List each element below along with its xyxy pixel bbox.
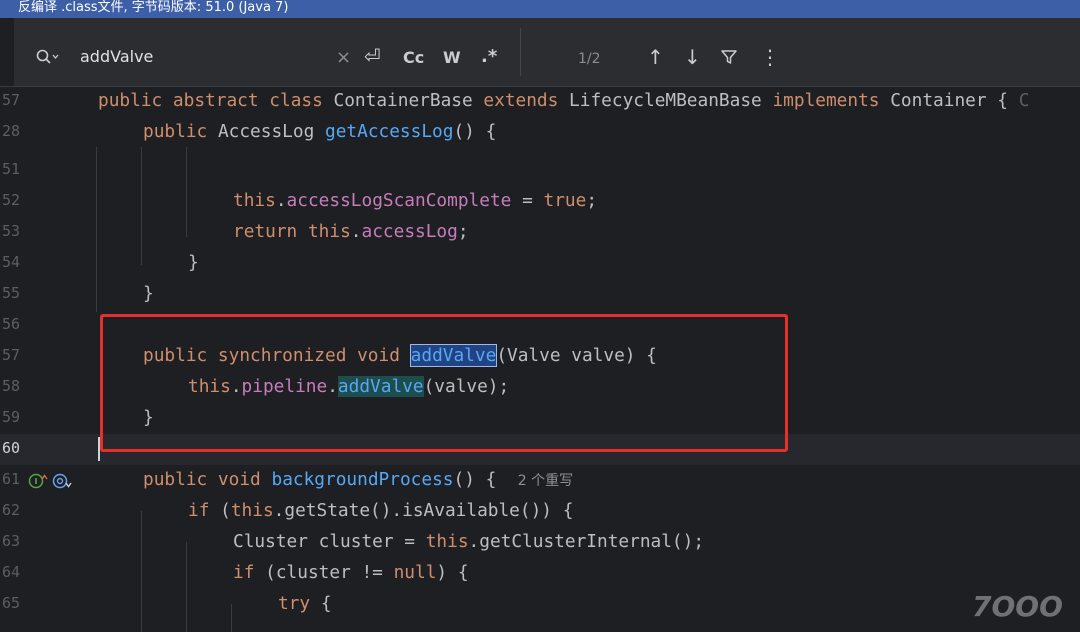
whole-words-toggle[interactable]: W [443,48,461,67]
overrides-hint: 2 个重写 [517,473,574,489]
code-text: } [188,252,199,273]
next-match-icon[interactable]: ↓ [684,45,701,69]
code-line: 61 public void backgroundProcess() { 2 个… [0,465,1080,496]
newline-icon[interactable]: ⏎ [364,44,381,68]
watermark-logo: 7OOO [972,590,1063,623]
line-number: 64 [2,563,21,581]
code-text: if (cluster != null) { [233,562,469,583]
clear-search-icon[interactable]: × [336,47,351,68]
filter-icon[interactable] [720,48,738,70]
code-text: return this.accessLog; [233,221,469,242]
code-text: public abstract class ContainerBase exte… [98,90,1030,111]
window-title: 反编译 .class文件, 字节码版本: 51.0 (Java 7) [18,0,289,15]
regex-toggle[interactable]: .* [481,46,497,67]
line-number: 60 [2,439,21,457]
code-line: 62 if (this.getState().isAvailable()) { [0,496,1080,527]
code-line: 64 if (cluster != null) { [0,558,1080,589]
prev-match-icon[interactable]: ↑ [647,45,664,69]
code-line: 51 [0,155,1080,186]
line-number: 57 [2,346,21,364]
code-text: this.accessLogScanComplete = true; [233,190,598,211]
code-line: 52 this.accessLogScanComplete = true; [0,186,1080,217]
line-number: 57 [2,91,21,109]
window-title-bar: 反编译 .class文件, 字节码版本: 51.0 (Java 7) [0,0,1080,18]
line-number: 65 [2,594,21,612]
line-number: 63 [2,532,21,550]
line-number: 61 [2,470,21,488]
more-options-icon[interactable]: ⋮ [760,45,780,69]
code-text: } [143,283,154,304]
line-number: 53 [2,222,21,240]
code-line: 65 try { [0,589,1080,620]
line-number: 28 [2,122,21,140]
overridden-method-icon[interactable] [52,472,74,494]
code-line: 55 } [0,279,1080,310]
find-bar-gutter [0,18,14,86]
code-line: 54 } [0,248,1080,279]
find-bar-divider [520,28,521,76]
code-line: 63 Cluster cluster = this.getClusterInte… [0,527,1080,558]
code-text: try { [278,593,332,614]
code-text: public void backgroundProcess() { 2 个重写 [143,469,574,490]
line-number: 59 [2,408,21,426]
code-line: 57 public abstract class ContainerBase e… [0,86,1080,117]
line-number: 52 [2,191,21,209]
line-number: 58 [2,377,21,395]
implements-method-icon[interactable] [28,472,48,494]
search-icon[interactable] [36,49,60,69]
find-bar: addValve × ⏎ Cc W .* 1/2 ↑ ↓ ⋮ [0,18,1080,87]
line-number: 62 [2,501,21,519]
search-input[interactable]: addValve [80,47,153,66]
code-line: 28 public AccessLog getAccessLog() { [0,117,1080,148]
line-number: 51 [2,160,21,178]
line-number: 54 [2,253,21,271]
line-number: 55 [2,284,21,302]
code-text: Cluster cluster = this.getClusterInterna… [233,531,705,552]
match-count: 1/2 [578,51,601,67]
line-number: 56 [2,315,21,333]
code-text: if (this.getState().isAvailable()) { [188,500,574,521]
match-case-toggle[interactable]: Cc [403,48,424,67]
code-line: 53 return this.accessLog; [0,217,1080,248]
annotation-highlight-box [100,314,788,452]
code-text: public AccessLog getAccessLog() { [143,121,497,142]
